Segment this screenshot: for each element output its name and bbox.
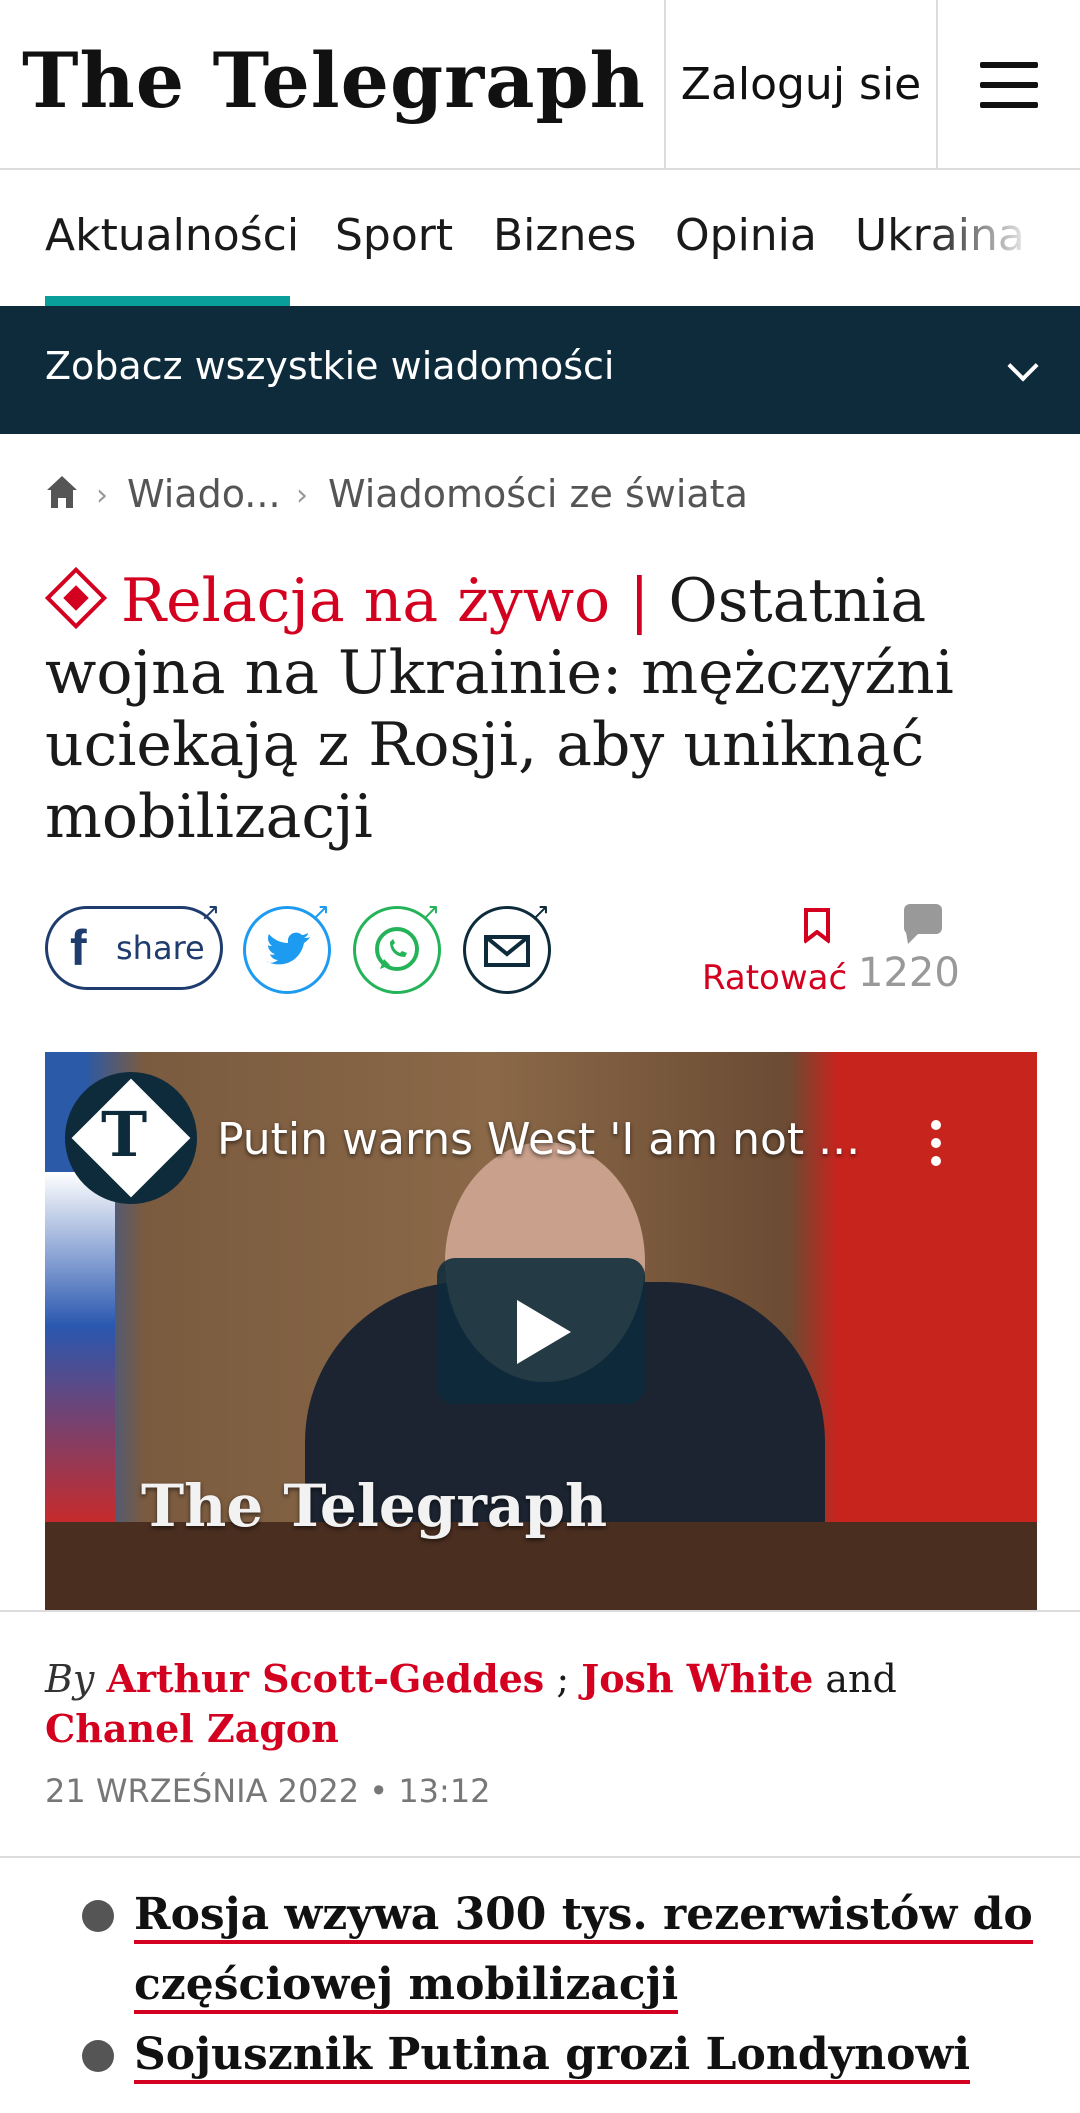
save-button-label[interactable]: Ratować: [702, 958, 847, 998]
play-button[interactable]: [437, 1258, 645, 1404]
nav-item-opinia[interactable]: Opinia: [675, 210, 817, 261]
list-item[interactable]: Sojusznik Putina grozi Londynowi: [134, 2020, 1034, 2090]
live-icon: [44, 566, 108, 630]
breadcrumb-separator: ›: [96, 478, 108, 513]
telegraph-logo[interactable]: The Telegraph: [22, 36, 646, 125]
bullet-icon: [82, 1900, 114, 1932]
live-label: Relacja na żywo: [121, 566, 611, 636]
author-link[interactable]: Josh White: [581, 1656, 813, 1701]
bullet-icon: [82, 2040, 114, 2072]
play-icon: [517, 1300, 571, 1364]
author-link[interactable]: Arthur Scott-Geddes: [107, 1656, 545, 1701]
byline-prefix: By: [45, 1657, 95, 1701]
login-button[interactable]: Zaloguj sie: [664, 0, 938, 168]
nav-item-aktualnosci[interactable]: Aktualności: [45, 210, 299, 261]
home-icon[interactable]: [45, 474, 79, 510]
facebook-share-button[interactable]: f share: [45, 906, 223, 990]
bookmark-notch: [804, 930, 830, 944]
nav-item-biznes[interactable]: Biznes: [493, 210, 636, 261]
menu-icon[interactable]: [980, 62, 1038, 122]
comment-icon-tail: [906, 932, 920, 944]
more-options-icon[interactable]: [931, 1120, 941, 1174]
section-nav: Aktualności Sport Biznes Opinia Ukraina: [0, 170, 1080, 306]
comment-icon[interactable]: [904, 904, 942, 934]
all-news-label: Zobacz wszystkie wiadomości: [45, 344, 615, 388]
byline: By Arthur Scott-Geddes ; Josh White and …: [45, 1654, 1035, 1754]
headline-separator: |: [629, 566, 650, 636]
external-link-icon: ↗: [310, 898, 331, 926]
bullet-link[interactable]: Sojusznik Putina grozi Londynowi: [134, 2029, 971, 2084]
list-item[interactable]: Rosja wzywa 300 tys. rezerwistów do częś…: [134, 1880, 1034, 2020]
external-link-icon: ↗: [530, 898, 551, 926]
all-news-dropdown[interactable]: Zobacz wszystkie wiadomości: [0, 306, 1080, 434]
breadcrumb-item-world[interactable]: Wiadomości ze świata: [328, 472, 748, 516]
facebook-icon: f: [70, 920, 87, 976]
nav-fade: [930, 170, 1080, 300]
share-label: share: [116, 929, 205, 967]
breadcrumb-item-news[interactable]: Wiado...: [127, 472, 281, 516]
divider: [0, 1856, 1080, 1858]
nav-item-sport[interactable]: Sport: [335, 210, 453, 261]
divider: [0, 1610, 1080, 1612]
author-link[interactable]: Chanel Zagon: [45, 1706, 339, 1751]
video-title[interactable]: Putin warns West 'I am not ...: [217, 1114, 860, 1165]
publish-date: 21 WRZEŚNIA 2022 • 13:12: [45, 1772, 491, 1810]
video-watermark: The Telegraph: [141, 1472, 608, 1540]
byline-conjunction: and: [825, 1657, 897, 1701]
bullet-link[interactable]: Rosja wzywa 300 tys. rezerwistów do częś…: [134, 1889, 1033, 2014]
channel-logo-letter: T: [101, 1098, 148, 1171]
external-link-icon: ↗: [420, 898, 441, 926]
nav-active-indicator: [45, 296, 290, 306]
article-headline: Relacja na żywo | Ostatnia wojna na Ukra…: [44, 565, 1045, 853]
breadcrumb-separator: ›: [296, 478, 308, 513]
external-link-icon: ↗: [200, 898, 221, 926]
comment-count[interactable]: 1220: [858, 950, 960, 996]
video-player[interactable]: T Putin warns West 'I am not ... The Tel…: [45, 1052, 1037, 1610]
byline-separator: ;: [556, 1657, 570, 1701]
